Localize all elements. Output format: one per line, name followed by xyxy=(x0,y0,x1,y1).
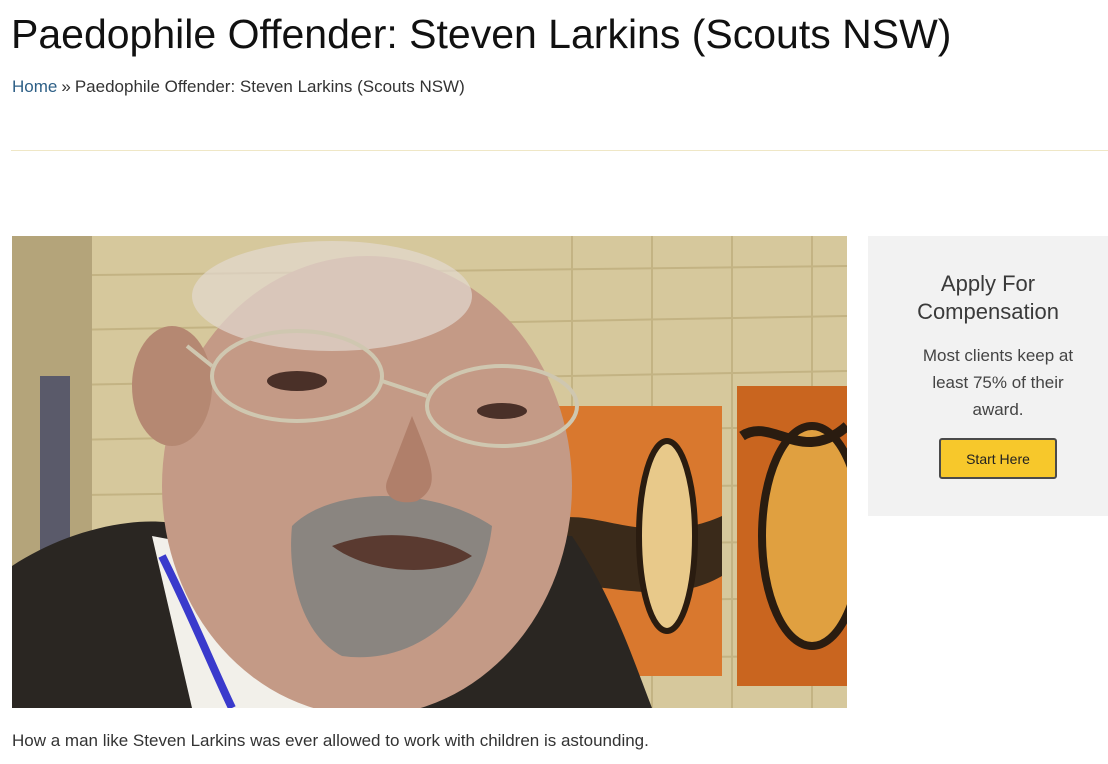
header-divider xyxy=(11,150,1108,151)
image-caption: How a man like Steven Larkins was ever a… xyxy=(12,731,649,750)
page: Paedophile Offender: Steven Larkins (Sco… xyxy=(0,0,1108,764)
widget-title: Apply For Compensation xyxy=(868,270,1108,326)
breadcrumb: Home» Paedophile Offender: Steven Larkins… xyxy=(12,76,465,98)
compensation-widget: Apply For Compensation Most clients keep… xyxy=(868,236,1108,516)
page-title: Paedophile Offender: Steven Larkins (Sco… xyxy=(11,11,952,57)
widget-title-line2: Compensation xyxy=(917,299,1059,324)
breadcrumb-separator: » xyxy=(61,77,71,96)
widget-title-line1: Apply For xyxy=(940,271,1036,296)
widget-description: Most clients keep at least 75% of their … xyxy=(922,346,1074,419)
article-featured-image xyxy=(12,236,847,708)
breadcrumb-home-link[interactable]: Home xyxy=(12,77,57,96)
start-here-button[interactable]: Start Here xyxy=(939,438,1057,479)
portrait-photo xyxy=(12,236,847,708)
breadcrumb-current: Paedophile Offender: Steven Larkins (Sco… xyxy=(74,77,465,96)
